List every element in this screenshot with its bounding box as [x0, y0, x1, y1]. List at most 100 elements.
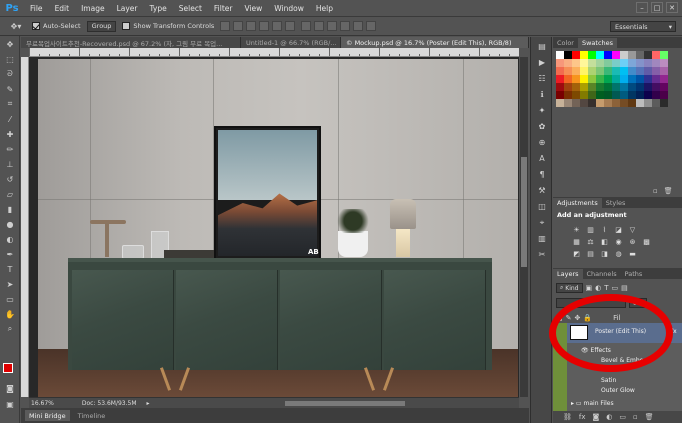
type-tool-icon[interactable]: T — [2, 262, 18, 276]
color-swatch[interactable] — [620, 59, 628, 67]
dodge-tool-icon[interactable]: ◐ — [2, 232, 18, 246]
levels-icon[interactable]: ▥ — [585, 225, 596, 234]
color-swatch[interactable] — [612, 51, 620, 59]
add-style-icon[interactable]: fx — [579, 413, 586, 421]
history-brush-tool-icon[interactable]: ↺ — [2, 172, 18, 186]
color-swatch[interactable] — [596, 99, 604, 107]
color-swatch[interactable] — [580, 67, 588, 75]
align-bottom-icon[interactable] — [246, 21, 257, 31]
color-swatch[interactable] — [628, 91, 636, 99]
distribute-left-icon[interactable] — [340, 21, 351, 31]
history-icon[interactable]: ▤ — [535, 40, 549, 53]
color-swatch[interactable] — [604, 83, 612, 91]
align-right-icon[interactable] — [285, 21, 296, 31]
color-swatch[interactable] — [628, 59, 636, 67]
new-adjustment-icon[interactable]: ◐ — [606, 413, 612, 421]
color-swatch[interactable] — [644, 91, 652, 99]
tab-mini-bridge[interactable]: Mini Bridge — [25, 410, 70, 421]
minimize-button[interactable]: – — [636, 2, 648, 13]
align-top-icon[interactable] — [220, 21, 231, 31]
menu-window[interactable]: Window — [268, 4, 310, 13]
color-swatch[interactable] — [596, 51, 604, 59]
layer-comps-icon[interactable]: ◫ — [535, 200, 549, 213]
gradient-tool-icon[interactable]: ▮ — [2, 202, 18, 216]
align-center-icon[interactable] — [272, 21, 283, 31]
close-button[interactable]: ✕ — [666, 2, 678, 13]
move-tool-preset-icon[interactable]: ✥▾ — [8, 19, 24, 33]
photo-filter-icon[interactable]: ◉ — [613, 237, 624, 246]
color-swatch[interactable] — [580, 83, 588, 91]
marquee-tool-icon[interactable]: ⬚ — [2, 52, 18, 66]
color-swatch[interactable] — [588, 51, 596, 59]
color-swatch[interactable] — [620, 83, 628, 91]
color-swatch[interactable] — [588, 83, 596, 91]
color-swatch[interactable] — [564, 91, 572, 99]
color-swatch[interactable] — [644, 59, 652, 67]
notes-icon[interactable]: ✂ — [535, 248, 549, 261]
effect-outer-glow[interactable]: Outer Glow — [601, 387, 635, 394]
color-swatch[interactable] — [636, 75, 644, 83]
menu-help[interactable]: Help — [310, 4, 339, 13]
color-swatch[interactable] — [564, 67, 572, 75]
menu-file[interactable]: File — [24, 4, 49, 13]
color-swatch[interactable] — [652, 75, 660, 83]
tab-timeline[interactable]: Timeline — [74, 410, 110, 421]
color-swatch[interactable] — [564, 99, 572, 107]
color-swatch[interactable] — [620, 51, 628, 59]
align-middle-icon[interactable] — [233, 21, 244, 31]
paragraph-icon[interactable]: ¶ — [535, 168, 549, 181]
zoom-level[interactable]: 16.67% — [31, 400, 54, 407]
character-icon[interactable]: A — [535, 152, 549, 165]
color-swatch[interactable] — [612, 59, 620, 67]
zoom-tool-icon[interactable]: ⌕ — [2, 322, 18, 336]
smart-filter-icon[interactable]: ▤ — [621, 284, 628, 292]
distribute-middle-icon[interactable] — [314, 21, 325, 31]
color-swatch[interactable] — [652, 83, 660, 91]
hue-saturation-icon[interactable]: ▦ — [571, 237, 582, 246]
color-swatch[interactable] — [628, 75, 636, 83]
color-swatch[interactable] — [572, 91, 580, 99]
actions-icon[interactable]: ▶ — [535, 56, 549, 69]
canvas-area[interactable]: AB — [29, 57, 519, 397]
color-swatch[interactable] — [580, 75, 588, 83]
color-swatch[interactable] — [564, 83, 572, 91]
color-swatch[interactable] — [636, 67, 644, 75]
clone-stamp-tool-icon[interactable]: ⊥ — [2, 157, 18, 171]
color-swatch[interactable] — [588, 75, 596, 83]
histogram-icon[interactable]: ▥ — [535, 232, 549, 245]
tab-recovered-doc[interactable]: 무료목업사이트추천-Recovered.psd @ 67.2% (자, 그림 무… — [21, 37, 241, 48]
color-swatch[interactable] — [604, 99, 612, 107]
scroll-thumb[interactable] — [521, 157, 527, 267]
quick-mask-icon[interactable]: ◙ — [2, 381, 18, 395]
menu-select[interactable]: Select — [173, 4, 208, 13]
show-transform-checkbox[interactable]: Show Transform Controls — [122, 22, 214, 30]
color-swatch[interactable] — [564, 59, 572, 67]
tab-untitled-doc[interactable]: Untitled-1 @ 66.7% (RGB/... — [241, 37, 341, 48]
menu-image[interactable]: Image — [75, 4, 111, 13]
delete-layer-icon[interactable]: 🗑 — [645, 413, 654, 421]
brush-preset-icon[interactable]: ✦ — [535, 104, 549, 117]
color-swatch[interactable] — [636, 59, 644, 67]
color-swatch[interactable] — [636, 83, 644, 91]
auto-select-checkbox[interactable]: Auto-Select — [32, 22, 81, 30]
color-swatch[interactable] — [556, 91, 564, 99]
adjustment-filter-icon[interactable]: ◐ — [595, 284, 601, 292]
new-layer-icon[interactable]: ▫ — [633, 413, 638, 421]
distribute-center-icon[interactable] — [353, 21, 364, 31]
color-swatch[interactable] — [628, 51, 636, 59]
color-swatch[interactable] — [596, 67, 604, 75]
hand-tool-icon[interactable]: ✋ — [2, 307, 18, 321]
foreground-color-swatch[interactable] — [3, 363, 13, 373]
tab-color[interactable]: Color — [553, 38, 578, 48]
menu-view[interactable]: View — [238, 4, 268, 13]
color-swatch[interactable] — [612, 99, 620, 107]
vibrance-icon[interactable]: ▽ — [627, 225, 638, 234]
color-swatch[interactable] — [644, 83, 652, 91]
color-swatch[interactable] — [572, 75, 580, 83]
color-swatch[interactable] — [580, 51, 588, 59]
color-swatch[interactable] — [596, 83, 604, 91]
shape-filter-icon[interactable]: ▭ — [612, 284, 619, 292]
color-swatch[interactable] — [604, 91, 612, 99]
color-swatch[interactable] — [636, 99, 644, 107]
color-swatch[interactable] — [620, 67, 628, 75]
